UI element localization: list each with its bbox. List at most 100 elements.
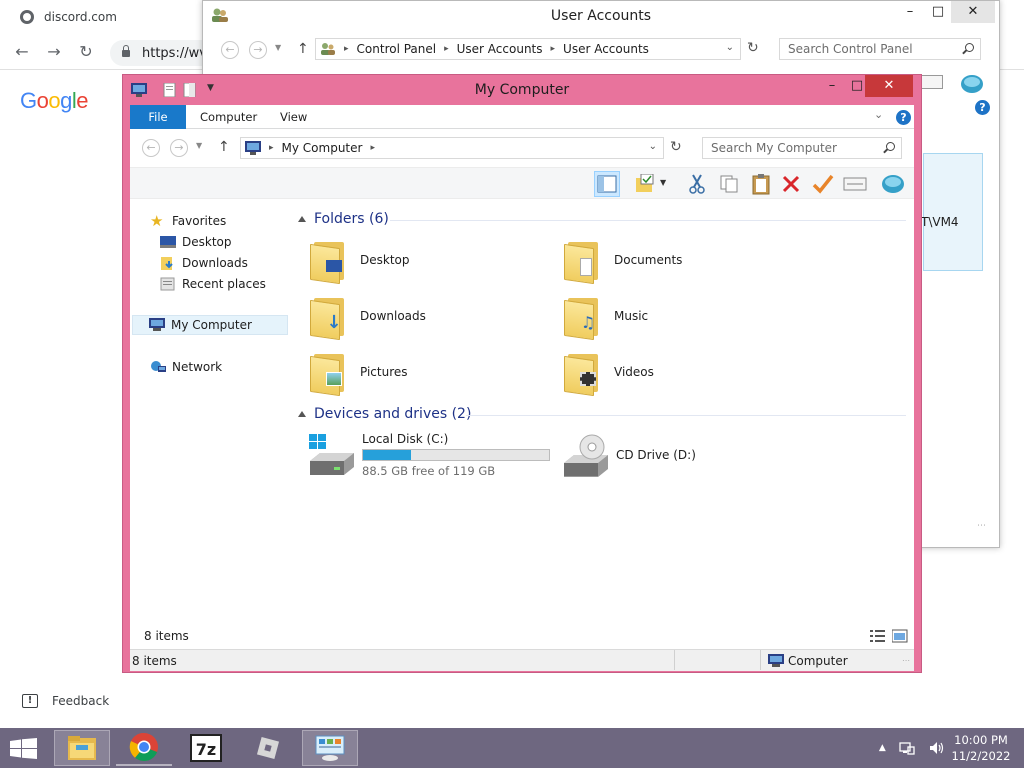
folder-desktop[interactable]: Desktop	[310, 235, 550, 285]
refresh-icon[interactable]: ↻	[670, 139, 682, 155]
up-arrow-icon[interactable]: ↑	[218, 139, 230, 155]
minimize-icon[interactable]: –	[895, 1, 925, 23]
breadcrumb-user-accounts-current[interactable]: User Accounts	[563, 42, 649, 56]
folder-pictures[interactable]: Pictures	[310, 347, 550, 397]
folder-videos[interactable]: Videos	[564, 347, 804, 397]
resize-grip-icon[interactable]: ⋯	[902, 656, 910, 665]
paste-button[interactable]	[748, 171, 774, 197]
control-panel-search-input[interactable]: Search Control Panel	[779, 38, 981, 60]
breadcrumb-user-accounts[interactable]: User Accounts	[457, 42, 543, 56]
google-logo-letter: g	[60, 88, 72, 113]
feedback-link[interactable]: ! Feedback	[22, 694, 109, 708]
star-icon: ★	[150, 212, 164, 230]
cut-button[interactable]	[684, 171, 710, 197]
folder-music[interactable]: ♫ Music	[564, 291, 804, 341]
back-arrow-icon[interactable]: ←	[12, 42, 32, 62]
my-computer-address-bar[interactable]: ▸ My Computer ▸ ⌄	[240, 137, 664, 159]
chevron-right-icon: ▸	[269, 143, 274, 153]
user-accounts-address-bar[interactable]: ▸ Control Panel ▸ User Accounts ▸ User A…	[315, 38, 741, 60]
browser-tab[interactable]: discord.com	[0, 0, 200, 34]
expand-ribbon-icon[interactable]: ⌄	[874, 108, 883, 121]
shell-icon	[882, 175, 904, 193]
folders-group-header[interactable]: Folders (6)	[298, 211, 389, 227]
sidebar-item-downloads[interactable]: Downloads	[160, 253, 248, 273]
tab-computer[interactable]: Computer	[200, 105, 257, 129]
sidebar-item-label: Favorites	[172, 214, 227, 228]
drive-c-usage-fill	[363, 450, 411, 460]
clipboard-icon	[752, 174, 770, 195]
start-button[interactable]	[10, 738, 38, 760]
google-logo-letter: o	[48, 88, 61, 113]
sidebar-item-network[interactable]: Network	[150, 357, 222, 377]
drive-local-disk-c[interactable]: Local Disk (C:) 88.5 GB free of 119 GB	[308, 429, 558, 481]
reload-icon[interactable]: ↻	[76, 42, 96, 62]
preview-pane-button[interactable]	[594, 171, 620, 197]
resize-grip-icon[interactable]: ⋯	[977, 521, 995, 539]
details-view-icon[interactable]	[870, 629, 886, 643]
sidebar-item-favorites[interactable]: ★ Favorites	[150, 211, 226, 231]
rename-button[interactable]	[810, 171, 836, 197]
taskbar-chrome[interactable]	[116, 730, 172, 766]
drives-group-header[interactable]: Devices and drives (2)	[298, 406, 471, 422]
folder-downloads[interactable]: ↓ Downloads	[310, 291, 550, 341]
large-icons-view-icon[interactable]	[892, 629, 908, 643]
taskbar-file-explorer[interactable]	[54, 730, 110, 766]
tab-file[interactable]: File	[130, 105, 186, 129]
refresh-icon[interactable]: ↻	[747, 40, 759, 56]
drive-cd-d[interactable]: CD Drive (D:)	[562, 429, 802, 481]
taskbar-7zip[interactable]: 7z	[178, 730, 234, 766]
copy-button[interactable]	[716, 171, 742, 197]
up-arrow-icon[interactable]: ↑	[297, 41, 309, 57]
user-accounts-titlebar[interactable]: User Accounts – □ ✕	[203, 1, 999, 31]
google-logo-letter: o	[36, 88, 49, 113]
google-logo-letter: G	[20, 88, 37, 113]
tab-view[interactable]: View	[280, 105, 307, 129]
delete-button[interactable]	[778, 171, 804, 197]
taskbar-clock[interactable]: 10:00 PM 11/2/2022	[948, 732, 1014, 764]
file-explorer-icon	[68, 736, 96, 760]
show-hidden-icons-icon[interactable]: ▲	[879, 743, 886, 753]
folder-documents[interactable]: Documents	[564, 235, 804, 285]
taskbar-control-panel[interactable]	[302, 730, 358, 766]
chevron-right-icon: ▸	[444, 44, 449, 54]
folder-label: Desktop	[360, 253, 410, 267]
address-my-computer[interactable]: My Computer	[282, 141, 363, 155]
network-status-icon[interactable]	[899, 741, 916, 755]
taskbar-roblox[interactable]	[240, 730, 296, 766]
properties-button[interactable]	[842, 171, 868, 197]
my-computer-titlebar[interactable]: ▼ My Computer – □ ✕	[123, 75, 921, 105]
feedback-label: Feedback	[52, 694, 110, 708]
my-computer-search-input[interactable]: Search My Computer	[702, 137, 902, 159]
recent-locations-icon[interactable]: ▼	[275, 43, 281, 52]
computer-icon	[149, 318, 165, 331]
breadcrumb-control-panel[interactable]: Control Panel	[357, 42, 437, 56]
group-divider	[466, 415, 906, 416]
volume-icon[interactable]	[929, 741, 945, 755]
chevron-right-icon: ▸	[550, 44, 556, 54]
group-divider	[390, 220, 906, 221]
checklist-button[interactable]	[632, 171, 658, 197]
chevron-down-icon[interactable]: ▼	[660, 178, 666, 187]
forward-icon[interactable]: →	[249, 41, 267, 59]
back-icon[interactable]: ←	[142, 139, 160, 157]
back-icon[interactable]: ←	[221, 41, 239, 59]
sidebar-item-desktop[interactable]: Desktop	[160, 232, 232, 252]
forward-icon[interactable]: →	[170, 139, 188, 157]
sidebar-item-recent-places[interactable]: Recent places	[160, 274, 266, 294]
computer-icon	[768, 654, 784, 667]
collapse-triangle-icon	[298, 216, 306, 222]
close-icon[interactable]: ✕	[951, 1, 995, 23]
chevron-down-icon[interactable]: ⌄	[726, 42, 734, 53]
close-icon[interactable]: ✕	[865, 75, 913, 97]
chrome-icon	[129, 732, 158, 761]
forward-arrow-icon[interactable]: →	[44, 42, 64, 62]
control-panel-icon	[315, 735, 345, 761]
maximize-icon[interactable]: □	[923, 1, 953, 23]
recent-locations-icon[interactable]: ▼	[196, 141, 202, 150]
shell-button[interactable]	[880, 171, 906, 197]
help-icon[interactable]: ?	[975, 100, 990, 115]
sidebar-item-my-computer[interactable]: My Computer	[132, 315, 288, 335]
chevron-down-icon[interactable]: ⌄	[649, 141, 657, 152]
shell-icon	[961, 75, 983, 93]
help-icon[interactable]: ?	[896, 110, 911, 125]
